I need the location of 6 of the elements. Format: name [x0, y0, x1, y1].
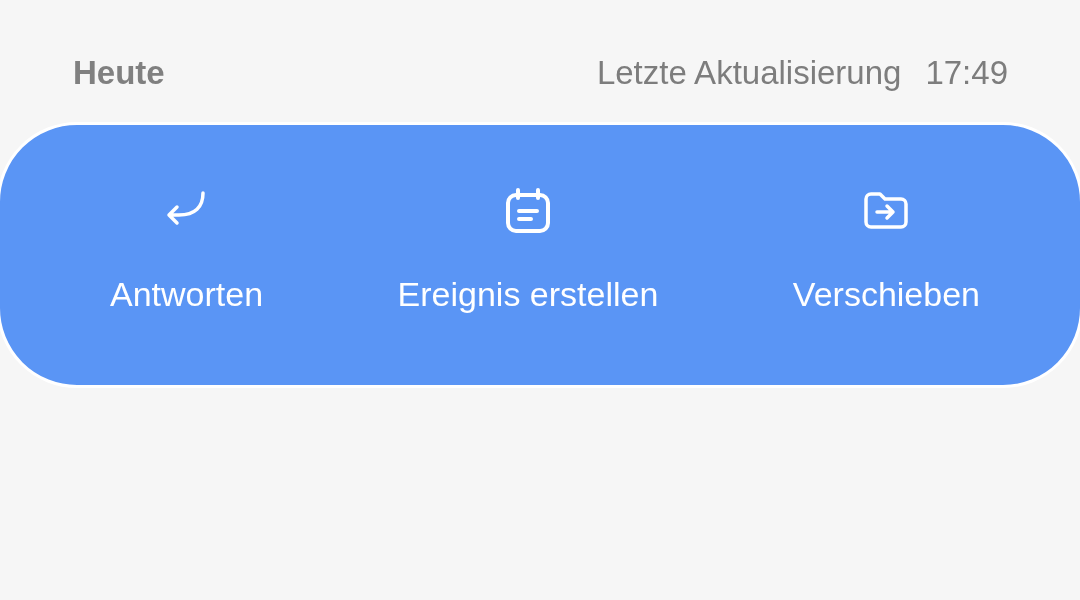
action-button[interactable]: Ereignis erstellen [397, 183, 659, 385]
action-button[interactable]: Verschieben [792, 183, 980, 385]
last-update-time: 17:49 [925, 56, 1008, 89]
action-button[interactable]: Antworten [110, 183, 264, 385]
last-update-label: Letzte Aktualisierung [596, 56, 902, 89]
section-title: Heute [73, 56, 165, 89]
